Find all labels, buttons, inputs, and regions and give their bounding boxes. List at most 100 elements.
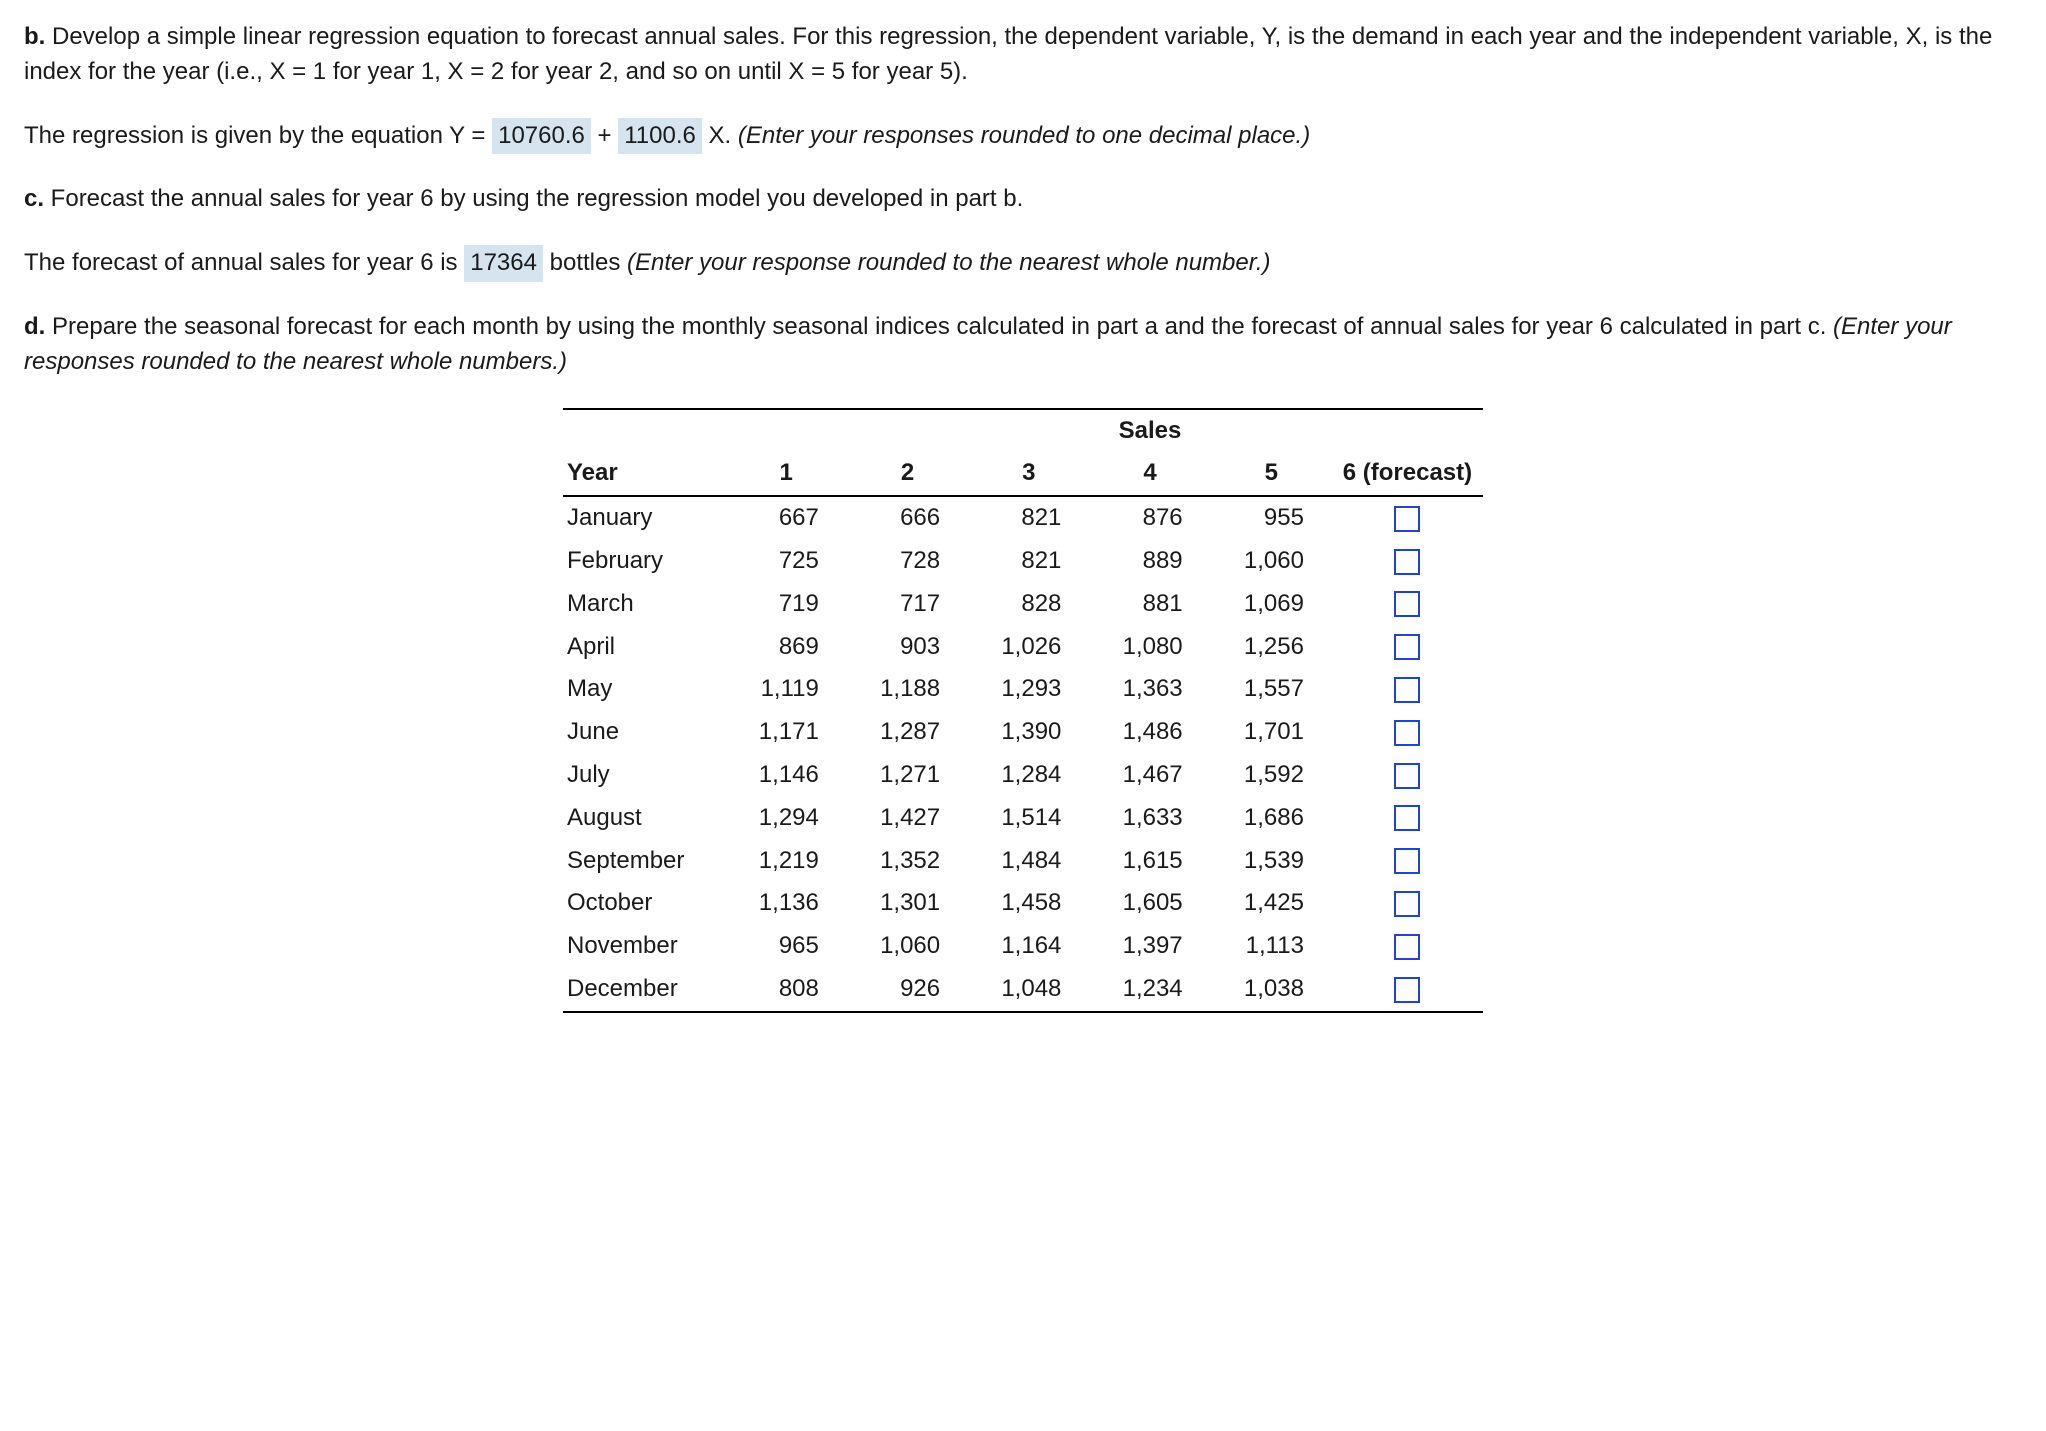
part-d-text: Prepare the seasonal forecast for each m… [45, 313, 1833, 340]
sales-value: 1,069 [1211, 583, 1332, 626]
sales-value: 1,390 [968, 711, 1089, 754]
sales-value: 808 [726, 968, 847, 1012]
forecast-cell [1332, 668, 1483, 711]
sales-value: 828 [968, 583, 1089, 626]
part-c-label: c. [24, 185, 44, 212]
sales-value: 1,633 [1089, 797, 1210, 840]
sales-value: 1,427 [847, 797, 968, 840]
sales-value: 1,615 [1089, 840, 1210, 883]
sales-value: 1,467 [1089, 754, 1210, 797]
forecast-input[interactable] [1394, 549, 1420, 575]
sales-value: 955 [1211, 496, 1332, 540]
sales-value: 1,539 [1211, 840, 1332, 883]
col-header-4: 4 [1089, 452, 1210, 496]
sales-value: 1,363 [1089, 668, 1210, 711]
sales-value: 881 [1089, 583, 1210, 626]
part-c-prompt: c. Forecast the annual sales for year 6 … [24, 182, 2022, 217]
sales-value: 1,287 [847, 711, 968, 754]
forecast-cell [1332, 711, 1483, 754]
forecast-cell [1332, 840, 1483, 883]
sales-value: 1,119 [726, 668, 847, 711]
month-label: May [563, 668, 726, 711]
month-label: September [563, 840, 726, 883]
sales-value: 965 [726, 925, 847, 968]
sales-value: 1,486 [1089, 711, 1210, 754]
col-header-2: 2 [847, 452, 968, 496]
forecast-cell [1332, 540, 1483, 583]
month-label: February [563, 540, 726, 583]
sales-value: 1,686 [1211, 797, 1332, 840]
sales-value: 1,701 [1211, 711, 1332, 754]
sales-value: 1,219 [726, 840, 847, 883]
sales-value: 1,605 [1089, 882, 1210, 925]
sales-value: 1,484 [968, 840, 1089, 883]
forecast-post: bottles [543, 249, 627, 276]
forecast-cell [1332, 882, 1483, 925]
forecast-cell [1332, 797, 1483, 840]
month-label: October [563, 882, 726, 925]
forecast-input[interactable] [1394, 634, 1420, 660]
sales-value: 1,136 [726, 882, 847, 925]
sales-value: 667 [726, 496, 847, 540]
eq-plus: + [591, 122, 618, 149]
sales-value: 1,352 [847, 840, 968, 883]
sales-value: 1,048 [968, 968, 1089, 1012]
month-label: January [563, 496, 726, 540]
sales-value: 1,113 [1211, 925, 1332, 968]
sales-value: 725 [726, 540, 847, 583]
sales-value: 903 [847, 626, 968, 669]
sales-value: 926 [847, 968, 968, 1012]
part-b-hint: (Enter your responses rounded to one dec… [738, 122, 1310, 149]
forecast-input[interactable] [1394, 848, 1420, 874]
sales-value: 1,557 [1211, 668, 1332, 711]
sales-value: 1,234 [1089, 968, 1210, 1012]
forecast-cell [1332, 925, 1483, 968]
sales-value: 1,256 [1211, 626, 1332, 669]
sales-value: 1,060 [1211, 540, 1332, 583]
part-d-prompt: d. Prepare the seasonal forecast for eac… [24, 310, 2022, 380]
sales-value: 1,284 [968, 754, 1089, 797]
sales-value: 1,171 [726, 711, 847, 754]
sales-value: 1,592 [1211, 754, 1332, 797]
sales-value: 1,425 [1211, 882, 1332, 925]
part-b-equation-line: The regression is given by the equation … [24, 118, 2022, 155]
part-c-text: Forecast the annual sales for year 6 by … [44, 185, 1023, 212]
month-label: August [563, 797, 726, 840]
forecast-input[interactable] [1394, 591, 1420, 617]
sales-value: 1,026 [968, 626, 1089, 669]
sales-value: 1,294 [726, 797, 847, 840]
forecast-input[interactable] [1394, 506, 1420, 532]
sales-value: 1,293 [968, 668, 1089, 711]
sales-value: 869 [726, 626, 847, 669]
forecast-answer: 17364 [464, 245, 543, 282]
forecast-input[interactable] [1394, 763, 1420, 789]
forecast-input[interactable] [1394, 891, 1420, 917]
part-c-answer-line: The forecast of annual sales for year 6 … [24, 245, 2022, 282]
sales-value: 1,458 [968, 882, 1089, 925]
sales-value: 1,060 [847, 925, 968, 968]
part-d-label: d. [24, 313, 45, 340]
col-header-3: 3 [968, 452, 1089, 496]
sales-value: 1,188 [847, 668, 968, 711]
col-header-1: 1 [726, 452, 847, 496]
forecast-cell [1332, 754, 1483, 797]
sales-value: 1,146 [726, 754, 847, 797]
forecast-input[interactable] [1394, 677, 1420, 703]
eq-xvar: X. [702, 122, 738, 149]
forecast-input[interactable] [1394, 720, 1420, 746]
sales-value: 1,164 [968, 925, 1089, 968]
sales-value: 821 [968, 540, 1089, 583]
sales-value: 1,514 [968, 797, 1089, 840]
sales-value: 1,080 [1089, 626, 1210, 669]
sales-value: 889 [1089, 540, 1210, 583]
forecast-input[interactable] [1394, 805, 1420, 831]
slope-answer: 1100.6 [618, 118, 702, 155]
forecast-input[interactable] [1394, 977, 1420, 1003]
col-header-5: 5 [1211, 452, 1332, 496]
sales-header: Sales [1089, 409, 1210, 453]
eq-pre: The regression is given by the equation … [24, 122, 492, 149]
forecast-cell [1332, 496, 1483, 540]
sales-table: Sales Year 1 2 3 4 5 6 (forecast) Januar… [563, 408, 1483, 1013]
forecast-input[interactable] [1394, 934, 1420, 960]
sales-value: 876 [1089, 496, 1210, 540]
